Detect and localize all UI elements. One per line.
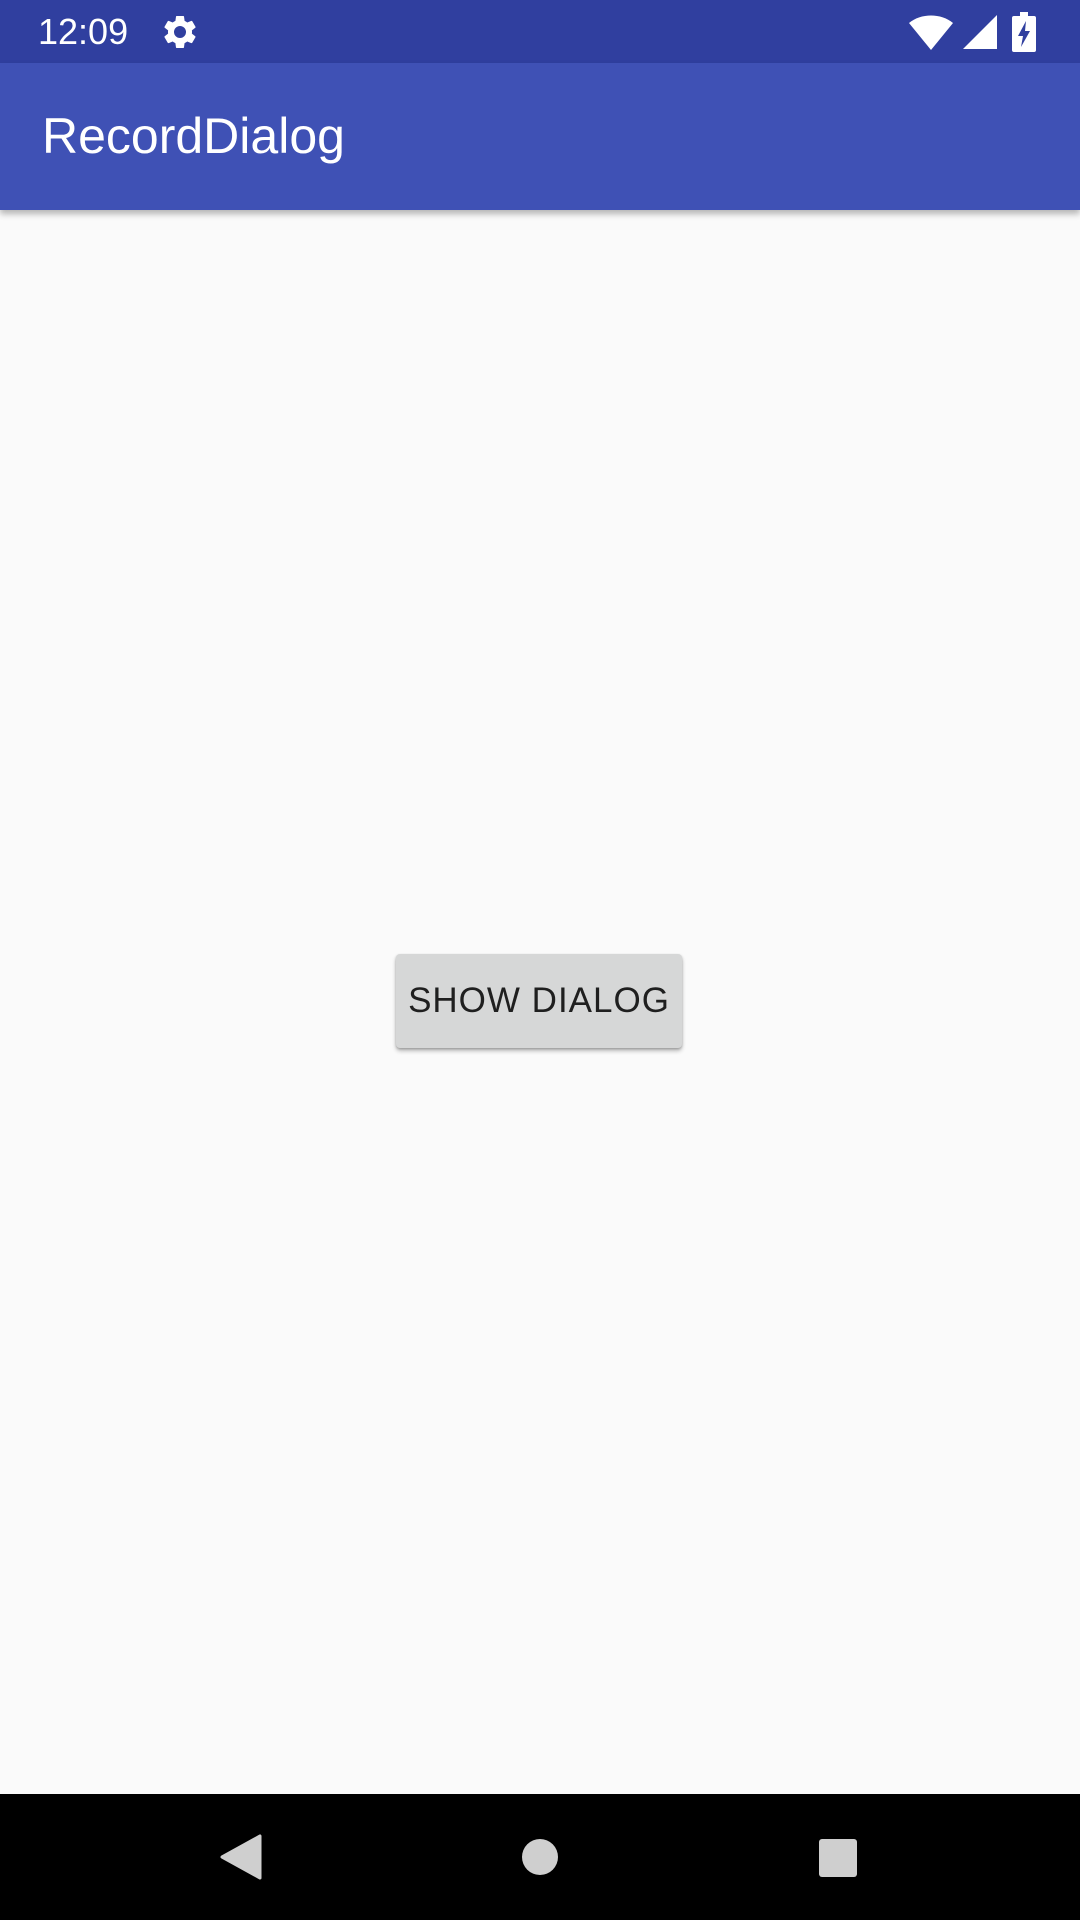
back-icon[interactable] xyxy=(220,1834,262,1880)
show-dialog-button[interactable]: SHOW DIALOG xyxy=(396,954,682,1048)
main-content: SHOW DIALOG xyxy=(0,210,1080,1794)
battery-charging-icon xyxy=(1012,12,1036,52)
navigation-bar xyxy=(0,1794,1080,1920)
wifi-icon xyxy=(908,12,954,52)
status-bar: 12:09 xyxy=(0,0,1080,63)
app-bar: RecordDialog xyxy=(0,63,1080,210)
status-time: 12:09 xyxy=(38,11,129,52)
gear-icon xyxy=(160,12,200,52)
app-title: RecordDialog xyxy=(42,108,345,164)
home-icon[interactable] xyxy=(521,1838,559,1876)
recents-icon[interactable] xyxy=(818,1838,858,1878)
signal-icon xyxy=(962,14,998,50)
